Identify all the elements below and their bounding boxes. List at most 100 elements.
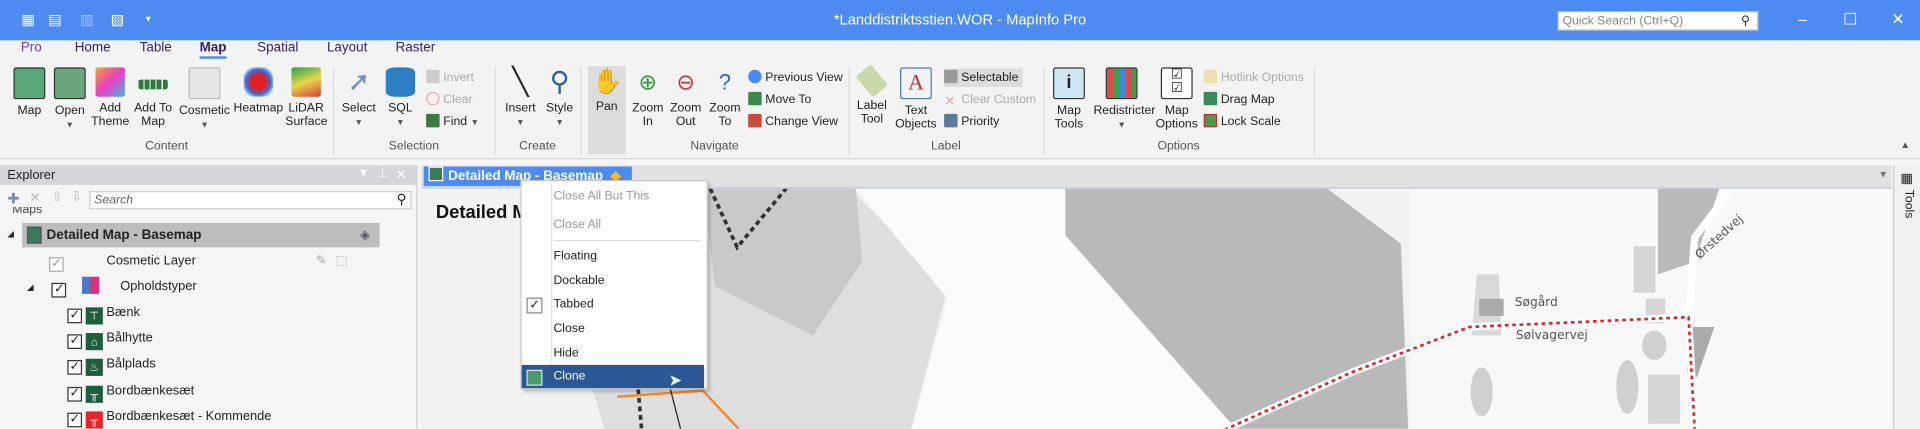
tab-spatial[interactable]: Spatial — [257, 40, 298, 55]
zoom-out-label: Zoom Out — [670, 101, 702, 129]
ribbon-tabs: Pro Home Table Map Spatial Layout Raster — [0, 40, 1920, 63]
select-button[interactable]: ➚ Select ▼ — [340, 67, 377, 129]
move-to-button[interactable]: Move To — [748, 91, 811, 109]
redistricter-button[interactable]: Redistricter ▼ — [1093, 67, 1155, 132]
search-icon[interactable]: ⚲ — [397, 191, 407, 207]
layer-checkbox[interactable]: ✓ — [67, 360, 83, 375]
menu-item-tabbed[interactable]: ✓ Tabbed — [522, 293, 704, 316]
tab-pro[interactable]: Pro — [21, 40, 42, 55]
layer-checkbox[interactable]: ✓ — [67, 386, 83, 402]
tab-list-icon[interactable]: ▼ — [1878, 169, 1888, 180]
add-to-map-button[interactable]: Add To Map — [132, 67, 174, 129]
maximize-button[interactable]: ☐ — [1838, 10, 1862, 30]
insert-label: Insert — [505, 101, 536, 116]
tab-home[interactable]: Home — [75, 40, 111, 55]
tools-icon[interactable]: ▦ — [1900, 170, 1913, 186]
layer-checkbox[interactable]: ✓ — [67, 412, 83, 428]
redistricter-icon — [1105, 67, 1138, 100]
menu-item-hide[interactable]: Hide — [522, 342, 704, 365]
cosmetic-icon — [188, 67, 221, 100]
menu-item-clone[interactable]: Clone ➤ — [521, 364, 705, 389]
invert-button[interactable]: Invert — [426, 69, 474, 87]
close-button[interactable]: ✕ — [1886, 10, 1910, 30]
group-checkbox[interactable]: ✓ — [51, 282, 67, 298]
lidar-surface-button[interactable]: LiDAR Surface — [285, 67, 328, 129]
expand-icon[interactable]: ◢ — [7, 223, 14, 247]
map-node-label: Detailed Map - Basemap — [46, 227, 202, 243]
zoom-out-button[interactable]: ⊖ Zoom Out — [667, 67, 704, 129]
pin-icon[interactable]: ⊥ — [377, 167, 388, 180]
cosmetic-layer-row[interactable]: ✓ Cosmetic Layer ✎ ⬚ — [48, 249, 367, 273]
drag-map-button[interactable]: Drag Map — [1203, 91, 1275, 109]
lock-scale-button[interactable]: Lock Scale — [1203, 113, 1281, 131]
dropdown-arrow-icon: ▼ — [354, 118, 364, 128]
dropdown-arrow-icon: ▼ — [555, 118, 564, 128]
tab-layout[interactable]: Layout — [327, 40, 367, 55]
style-button[interactable]: ⚲ Style ▼ — [541, 67, 578, 129]
sql-button[interactable]: SQL ▼ — [382, 67, 419, 129]
map-tools-button[interactable]: i Map Tools — [1049, 67, 1088, 131]
minimize-button[interactable]: – — [1790, 10, 1814, 28]
zoom-to-button[interactable]: ? Zoom To — [707, 67, 744, 129]
zoom-in-button[interactable]: ⊕ Zoom In — [629, 67, 666, 129]
tools-tab-label[interactable]: Tools — [1902, 190, 1915, 219]
group-create-label: Create — [519, 139, 556, 154]
priority-button[interactable]: Priority — [944, 113, 999, 131]
menu-item-close-all[interactable]: Close All — [522, 213, 704, 236]
clear-button[interactable]: Clear — [426, 91, 473, 109]
remove-icon[interactable]: ✕ — [29, 190, 40, 206]
group-layer-row[interactable]: ◢ ✓ Opholdstyper — [27, 274, 370, 298]
building-plot — [1648, 374, 1681, 424]
move-down-icon[interactable]: ⇩ — [71, 189, 82, 205]
layer-checkbox[interactable]: ✓ — [67, 334, 83, 349]
label-tool-button[interactable]: Label Tool — [853, 64, 890, 126]
selectable-icon[interactable]: ⬚ — [336, 249, 348, 273]
change-view-button[interactable]: Change View — [748, 113, 838, 131]
expand-icon[interactable]: ◢ — [27, 284, 34, 293]
explorer-search-input[interactable]: Search ⚲ — [89, 191, 412, 210]
layer-row[interactable]: ✓ ⊤ Bænk — [67, 300, 140, 325]
add-icon[interactable]: ✚ — [7, 190, 19, 207]
cosmetic-button[interactable]: Cosmetic ▼ — [178, 67, 232, 132]
menu-item-close[interactable]: Close — [522, 317, 704, 340]
previous-view-button[interactable]: Previous View — [748, 69, 843, 87]
layer-row[interactable]: ✓ ♨ Bålplads — [67, 351, 156, 376]
selectable-button[interactable]: Selectable — [944, 68, 1023, 87]
hotlink-options-button[interactable]: Hotlink Options — [1203, 69, 1304, 87]
label-tag-icon[interactable]: ◈ — [360, 223, 370, 247]
lock-scale-label: Lock Scale — [1220, 115, 1281, 129]
layer-checkbox[interactable]: ✓ — [67, 308, 83, 324]
collapse-ribbon-icon[interactable]: ▲ — [1900, 140, 1910, 151]
search-icon[interactable]: ⚲ — [1741, 12, 1750, 32]
tools-side-panel[interactable]: ▦ Tools — [1893, 165, 1920, 429]
cosmetic-checkbox[interactable]: ✓ — [48, 257, 64, 272]
insert-button[interactable]: ╲ Insert ▼ — [502, 67, 539, 129]
map-options-button[interactable]: ☑ ☑ Map Options — [1155, 67, 1199, 131]
dropdown-arrow-icon: ▼ — [396, 118, 405, 128]
panel-menu-icon[interactable]: ▼ — [358, 167, 370, 180]
open-button[interactable]: Open ▼ — [51, 67, 88, 132]
quick-search-input[interactable]: Quick Search (Ctrl+Q) ⚲ — [1557, 11, 1759, 32]
map-button[interactable]: Map — [11, 67, 48, 118]
close-panel-icon[interactable]: ✕ — [396, 167, 407, 183]
move-up-icon[interactable]: ⇧ — [51, 189, 62, 205]
map-node[interactable]: ◢ Detailed Map - Basemap ◈ — [7, 222, 380, 248]
find-button[interactable]: Find ▼ — [426, 113, 479, 131]
add-to-map-label: Add To Map — [134, 101, 173, 129]
text-objects-button[interactable]: A Text Objects — [891, 67, 940, 131]
hotlink-icon — [1203, 69, 1218, 84]
dropdown-arrow-icon: ▼ — [200, 121, 209, 130]
tab-map[interactable]: Map — [199, 40, 227, 59]
layer-row[interactable]: ✓ ╥ Bordbænkesæt - Kommende — [67, 404, 271, 429]
heatmap-button[interactable]: Heatmap — [233, 67, 284, 115]
menu-item-floating[interactable]: Floating — [522, 245, 704, 268]
layer-row[interactable]: ✓ ╥ Bordbænkesæt — [67, 378, 194, 403]
add-theme-button[interactable]: Add Theme — [91, 67, 130, 129]
menu-item-close-all-but-this[interactable]: Close All But This — [522, 185, 704, 208]
layer-row[interactable]: ✓ ⌂ Bålhytte — [67, 326, 153, 351]
edit-icon[interactable]: ✎ — [316, 249, 327, 273]
tab-table[interactable]: Table — [140, 40, 172, 55]
menu-item-dockable[interactable]: Dockable — [522, 269, 704, 292]
tab-raster[interactable]: Raster — [396, 40, 436, 55]
clear-custom-button[interactable]: ✕ Clear Custom — [944, 91, 1036, 109]
